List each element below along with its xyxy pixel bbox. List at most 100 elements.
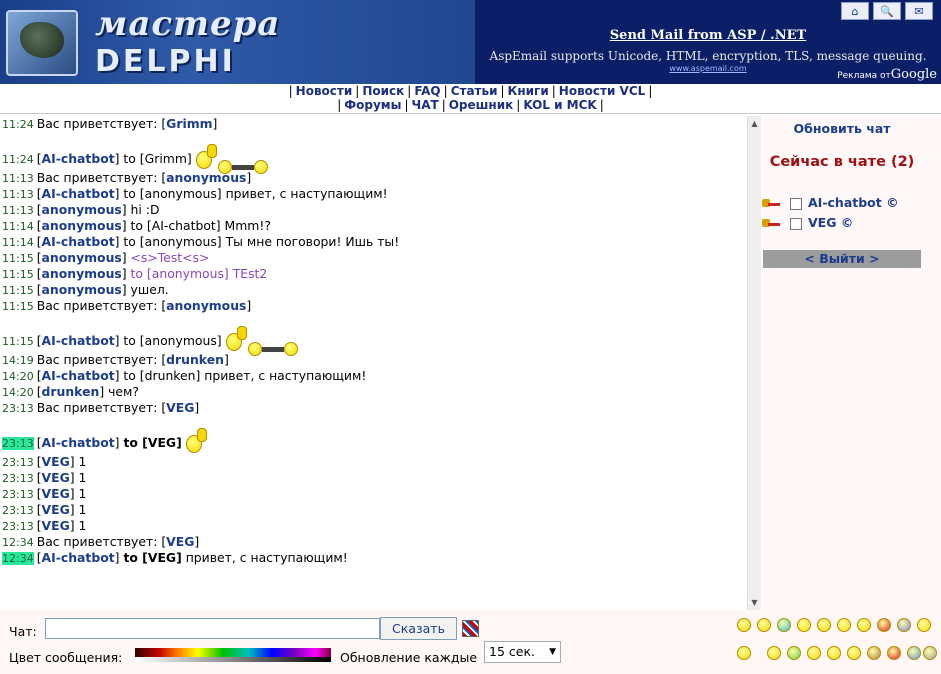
chat-message: 23:13 [VEG] 1 <box>2 470 747 486</box>
nick-link[interactable]: AI-chatbot <box>42 186 115 201</box>
user-item-veg[interactable]: VEG © <box>762 214 853 232</box>
nav-link[interactable]: Новости <box>296 84 353 98</box>
smiley-picker-icon[interactable] <box>867 646 881 660</box>
nick-link[interactable]: anonymous <box>166 170 246 185</box>
user-name[interactable]: AI-chatbot © <box>808 195 899 210</box>
glasses-smiley-icon <box>217 152 278 174</box>
nav-link[interactable]: KOL и MCK <box>523 98 596 112</box>
private-message-icon[interactable] <box>762 197 782 211</box>
nav-link[interactable]: Форумы <box>344 98 401 112</box>
mail-icon[interactable]: ✉ <box>905 2 933 20</box>
smiley-picker-icon[interactable] <box>847 646 861 660</box>
nick-link[interactable]: VEG <box>42 518 70 533</box>
message-text: ] 1 <box>69 518 87 533</box>
smiley-picker-icon[interactable] <box>737 618 751 632</box>
say-button[interactable]: Сказать <box>380 617 457 640</box>
nick-link[interactable]: anonymous <box>42 266 122 281</box>
chat-scrollbar[interactable]: ▲ ▼ <box>747 116 761 610</box>
nick-link[interactable]: VEG <box>42 470 70 485</box>
message-text: Вас приветствует: [ <box>36 534 167 549</box>
nick-link[interactable]: AI-chatbot <box>42 234 115 249</box>
smiley-picker-icon[interactable] <box>737 646 751 660</box>
search-icon[interactable]: 🔍 <box>873 2 901 20</box>
nick-link[interactable]: anonymous <box>42 282 122 297</box>
site-logo[interactable]: мастера DELPHI <box>0 0 475 84</box>
smiley-picker-icon[interactable] <box>807 646 821 660</box>
nick-link[interactable]: anonymous <box>42 202 122 217</box>
smiley-panel <box>735 612 939 672</box>
chat-message: 23:13 [VEG] 1 <box>2 486 747 502</box>
smiley-picker-icon[interactable] <box>757 618 771 632</box>
color-palette[interactable] <box>135 648 331 662</box>
nav-link[interactable]: FAQ <box>414 84 440 98</box>
nav-link[interactable]: Новости VCL <box>559 84 646 98</box>
message-time: 11:15 <box>2 300 34 313</box>
nav-link[interactable]: ЧАТ <box>412 98 439 112</box>
smiley-picker-icon[interactable] <box>827 646 841 660</box>
user-item-ai-chatbot[interactable]: AI-chatbot © <box>762 194 899 212</box>
smiley-picker-icon[interactable] <box>837 618 851 632</box>
smiley-picker-icon[interactable] <box>917 618 931 632</box>
ads-by-google[interactable]: Реклама отGoogle <box>837 67 937 82</box>
nick-link[interactable]: VEG <box>42 502 70 517</box>
refresh-interval-select[interactable]: 15 сек. ▼ <box>484 641 561 663</box>
smiley-picker-icon[interactable] <box>907 646 921 660</box>
chat-message: 14:20 [drunken] чем? <box>2 384 747 400</box>
nick-link[interactable]: anonymous <box>42 218 122 233</box>
chat-gap <box>2 416 747 428</box>
exit-button[interactable]: < Выйти > <box>763 250 921 268</box>
message-text: ] to [anonymous] <box>114 333 222 348</box>
chevron-down-icon[interactable]: ▼ <box>549 642 556 662</box>
nick-link[interactable]: AI-chatbot <box>42 550 115 565</box>
private-message-icon[interactable] <box>762 217 782 231</box>
smiley-picker-icon[interactable] <box>877 618 891 632</box>
user-checkbox[interactable] <box>790 217 802 230</box>
refresh-chat-link[interactable]: Обновить чат <box>762 121 922 136</box>
message-text: Вас приветствует: [ <box>36 116 167 131</box>
nav-separator: | <box>404 98 409 112</box>
nick-link[interactable]: AI-chatbot <box>42 435 115 450</box>
nick-link[interactable]: drunken <box>166 352 224 367</box>
nav-link[interactable]: Статьи <box>451 84 498 98</box>
nick-link[interactable]: Grimm <box>166 116 212 131</box>
monitor-logo-icon <box>6 10 78 76</box>
nav-separator: | <box>443 84 448 98</box>
nick-link[interactable]: VEG <box>166 400 194 415</box>
user-name[interactable]: VEG © <box>808 215 853 230</box>
smiley-picker-icon[interactable] <box>797 618 811 632</box>
message-time: 11:14 <box>2 236 34 249</box>
message-time: 23:13 <box>2 437 34 450</box>
smiley-picker-icon[interactable] <box>817 618 831 632</box>
nick-link[interactable]: AI-chatbot <box>42 333 115 348</box>
nick-link[interactable]: anonymous <box>42 250 122 265</box>
user-checkbox[interactable] <box>790 197 802 210</box>
smiley-picker-icon[interactable] <box>767 646 781 660</box>
nav-link[interactable]: Поиск <box>362 84 404 98</box>
nick-link[interactable]: AI-chatbot <box>42 368 115 383</box>
smiley-picker-icon[interactable] <box>887 646 901 660</box>
nick-link[interactable]: VEG <box>166 534 194 549</box>
scroll-up-icon[interactable]: ▲ <box>749 118 760 129</box>
message-color-label: Цвет сообщения: <box>9 650 123 665</box>
nick-link[interactable]: VEG <box>42 486 70 501</box>
chat-input[interactable] <box>45 618 380 639</box>
message-time: 23:13 <box>2 402 34 415</box>
home-icon[interactable]: ⌂ <box>841 2 869 20</box>
flag-icon[interactable] <box>462 620 479 637</box>
smiley-picker-icon[interactable] <box>897 618 911 632</box>
smiley-picker-icon[interactable] <box>923 646 937 660</box>
nav-link[interactable]: Орешник <box>449 98 514 112</box>
nav-link[interactable]: Книги <box>508 84 549 98</box>
scroll-down-icon[interactable]: ▼ <box>749 597 760 608</box>
chat-message: 11:15 Вас приветствует: [anonymous] <box>2 298 747 314</box>
nav-separator: | <box>599 98 604 112</box>
nick-link[interactable]: drunken <box>42 384 100 399</box>
ad-title-link[interactable]: Send Mail from ASP / .NET <box>475 28 941 43</box>
nick-link[interactable]: VEG <box>42 454 70 469</box>
nick-link[interactable]: anonymous <box>166 298 246 313</box>
nick-link[interactable]: AI-chatbot <box>42 151 115 166</box>
smiley-picker-icon[interactable] <box>777 618 791 632</box>
chat-message: 11:15 [anonymous] <s>Test<s> <box>2 250 747 266</box>
smiley-picker-icon[interactable] <box>857 618 871 632</box>
smiley-picker-icon[interactable] <box>787 646 801 660</box>
